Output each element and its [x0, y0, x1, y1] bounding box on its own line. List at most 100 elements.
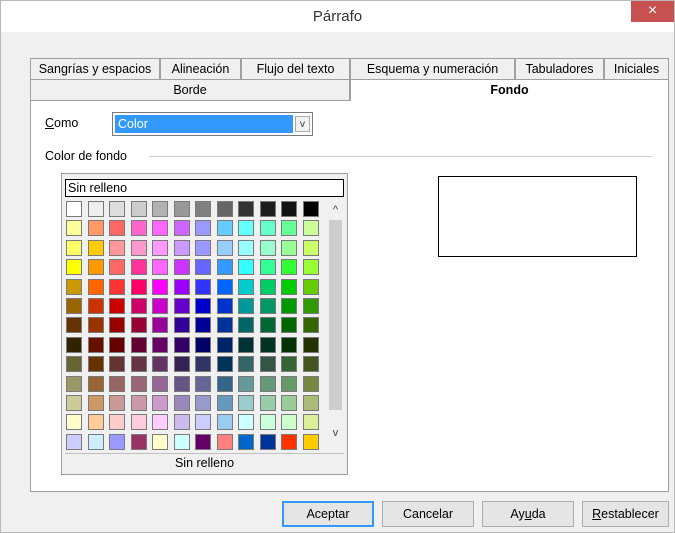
color-swatch[interactable] [109, 375, 125, 392]
color-swatch[interactable] [173, 201, 190, 217]
color-swatch[interactable] [216, 317, 233, 334]
color-swatch[interactable] [195, 239, 211, 256]
color-swatch[interactable] [152, 201, 168, 217]
color-swatch[interactable] [238, 356, 254, 373]
color-swatch[interactable] [87, 201, 104, 217]
color-swatch[interactable] [259, 220, 276, 237]
color-swatch[interactable] [173, 375, 190, 392]
color-swatch[interactable] [259, 259, 276, 276]
color-swatch[interactable] [87, 414, 104, 431]
color-swatch[interactable] [66, 317, 82, 334]
color-swatch[interactable] [87, 395, 104, 411]
color-swatch[interactable] [87, 220, 104, 237]
color-swatch[interactable] [302, 395, 319, 411]
color-swatch[interactable] [66, 259, 82, 276]
color-swatch[interactable] [109, 336, 125, 353]
tab-text-flow[interactable]: Flujo del texto [241, 58, 350, 79]
color-swatch[interactable] [238, 317, 254, 334]
color-swatch[interactable] [281, 201, 297, 217]
color-swatch[interactable] [195, 298, 211, 314]
color-swatch[interactable] [66, 433, 82, 450]
color-swatch[interactable] [302, 220, 319, 237]
color-swatch[interactable] [216, 278, 233, 295]
color-swatch[interactable] [259, 201, 276, 217]
color-swatch[interactable] [216, 201, 233, 217]
chevron-down-icon[interactable]: v [295, 116, 310, 132]
color-swatch[interactable] [152, 239, 168, 256]
color-swatch[interactable] [173, 278, 190, 295]
color-swatch[interactable] [173, 317, 190, 334]
color-swatch[interactable] [109, 414, 125, 431]
color-swatch[interactable] [130, 433, 147, 450]
color-swatch[interactable] [195, 395, 211, 411]
color-swatch[interactable] [281, 375, 297, 392]
color-swatch[interactable] [66, 336, 82, 353]
color-swatch[interactable] [66, 201, 82, 217]
color-swatch[interactable] [109, 239, 125, 256]
color-swatch[interactable] [130, 414, 147, 431]
color-swatch[interactable] [195, 220, 211, 237]
color-swatch[interactable] [173, 395, 190, 411]
color-swatch[interactable] [238, 220, 254, 237]
color-swatch[interactable] [152, 356, 168, 373]
color-swatch[interactable] [259, 239, 276, 256]
tab-borders[interactable]: Borde [30, 79, 350, 100]
color-swatch[interactable] [259, 433, 276, 450]
color-swatch[interactable] [109, 201, 125, 217]
reset-button[interactable]: Restablecer [582, 501, 669, 527]
color-swatch[interactable] [87, 239, 104, 256]
color-swatch[interactable] [195, 278, 211, 295]
palette-scrollbar[interactable]: ^ v [327, 202, 344, 442]
color-swatch[interactable] [130, 201, 147, 217]
color-swatch[interactable] [66, 395, 82, 411]
color-swatch[interactable] [259, 336, 276, 353]
color-swatch[interactable] [216, 375, 233, 392]
color-swatch[interactable] [238, 414, 254, 431]
color-swatch[interactable] [130, 336, 147, 353]
color-swatch[interactable] [259, 278, 276, 295]
scroll-down-icon[interactable]: v [327, 425, 344, 442]
color-swatch[interactable] [66, 375, 82, 392]
color-swatch[interactable] [109, 433, 125, 450]
color-swatch[interactable] [109, 220, 125, 237]
color-swatch[interactable] [238, 201, 254, 217]
color-swatch[interactable] [281, 239, 297, 256]
color-swatch[interactable] [238, 278, 254, 295]
color-swatch[interactable] [173, 239, 190, 256]
scroll-thumb[interactable] [329, 220, 342, 410]
tab-background[interactable]: Fondo [350, 79, 669, 101]
color-swatch[interactable] [259, 298, 276, 314]
color-swatch[interactable] [87, 433, 104, 450]
color-swatch[interactable] [216, 395, 233, 411]
color-swatch[interactable] [66, 220, 82, 237]
color-swatch[interactable] [259, 375, 276, 392]
color-swatch[interactable] [109, 317, 125, 334]
color-swatch[interactable] [302, 414, 319, 431]
color-swatch[interactable] [130, 375, 147, 392]
color-swatch[interactable] [87, 259, 104, 276]
color-swatch[interactable] [302, 239, 319, 256]
color-swatch[interactable] [87, 298, 104, 314]
cancel-button[interactable]: Cancelar [382, 501, 474, 527]
color-swatch[interactable] [173, 356, 190, 373]
color-swatch[interactable] [238, 433, 254, 450]
color-swatch[interactable] [195, 356, 211, 373]
color-swatch[interactable] [238, 395, 254, 411]
color-swatch[interactable] [281, 220, 297, 237]
color-swatch[interactable] [195, 259, 211, 276]
color-swatch[interactable] [152, 395, 168, 411]
color-swatch[interactable] [109, 259, 125, 276]
tab-drop-caps[interactable]: Iniciales [604, 58, 669, 79]
color-swatch[interactable] [109, 395, 125, 411]
color-swatch[interactable] [302, 375, 319, 392]
color-swatch[interactable] [152, 375, 168, 392]
color-swatch[interactable] [302, 336, 319, 353]
color-swatch[interactable] [152, 336, 168, 353]
color-swatch[interactable] [302, 201, 319, 217]
color-swatch[interactable] [238, 259, 254, 276]
color-swatch[interactable] [302, 356, 319, 373]
color-swatch[interactable] [130, 356, 147, 373]
color-swatch[interactable] [216, 433, 233, 450]
color-swatch[interactable] [302, 259, 319, 276]
color-swatch[interactable] [259, 317, 276, 334]
